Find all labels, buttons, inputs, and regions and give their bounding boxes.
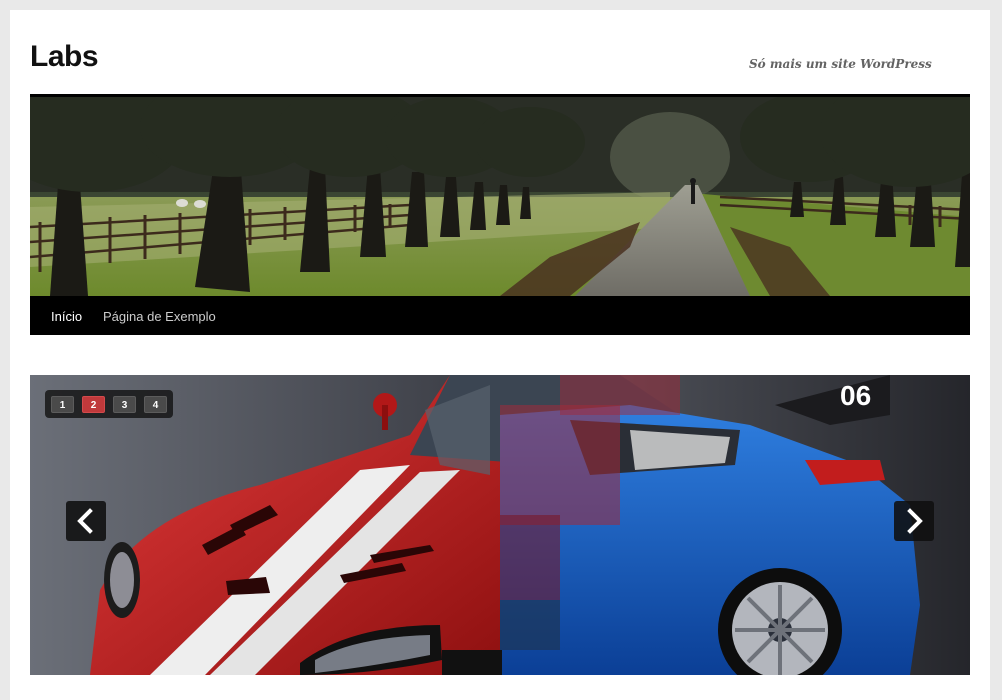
menu-item-pagina-de-exemplo[interactable]: Página de Exemplo [103, 296, 216, 335]
chevron-right-icon [907, 508, 923, 534]
image-slider: 06 1 2 3 4 [30, 375, 970, 675]
site-title[interactable]: Labs [30, 40, 99, 74]
slider-pager: 1 2 3 4 [45, 390, 173, 418]
pager-button-2[interactable]: 2 [82, 396, 105, 413]
main-navigation: Início Página de Exemplo [30, 296, 970, 335]
slider-next-button[interactable] [894, 501, 934, 541]
header-image[interactable] [30, 97, 970, 296]
svg-text:06: 06 [840, 380, 871, 411]
menu-item-inicio[interactable]: Início [51, 296, 82, 335]
page: Labs Só mais um site WordPress Início Pá… [10, 10, 990, 700]
chevron-left-icon [77, 508, 93, 534]
pager-button-3[interactable]: 3 [113, 396, 136, 413]
slider-prev-button[interactable] [66, 501, 106, 541]
site-description: Só mais um site WordPress [749, 57, 932, 71]
pager-button-4[interactable]: 4 [144, 396, 167, 413]
pager-button-1[interactable]: 1 [51, 396, 74, 413]
slide-image: 06 [30, 375, 970, 675]
